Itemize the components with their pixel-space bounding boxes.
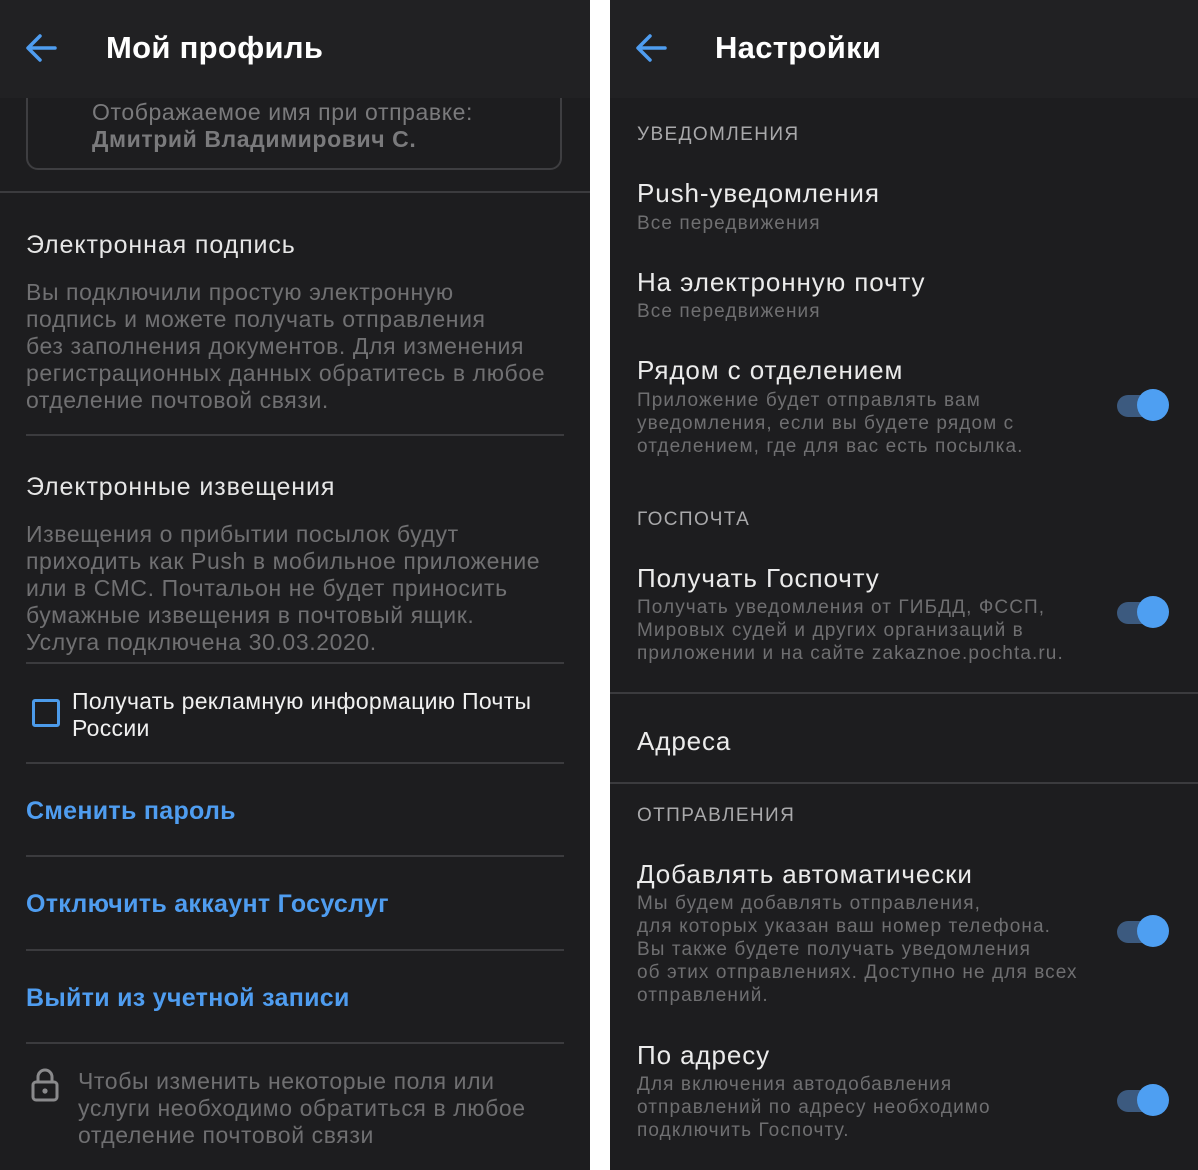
receive-gospochta-description: Получать уведомления от ГИБДД, ФССП, Мир… <box>637 597 1064 664</box>
ads-checkbox-label[interactable]: Получать рекламную информацию Почты Росс… <box>72 688 542 742</box>
by-address-title: По адресу <box>637 1040 771 1070</box>
divider <box>26 949 564 951</box>
lock-note: Чтобы изменить некоторые поля или услуги… <box>78 1068 526 1148</box>
divider <box>26 1042 564 1044</box>
e-signature-title: Электронная подпись <box>26 231 296 259</box>
section-header-notifications: УВЕДОМЛЕНИЯ <box>637 124 800 145</box>
nearby-office-toggle[interactable] <box>1115 387 1171 423</box>
push-notifications-title: Push-уведомления <box>637 178 880 208</box>
auto-add-title: Добавлять автоматически <box>637 859 973 889</box>
divider <box>26 434 564 436</box>
divider <box>610 692 1198 694</box>
logout-link[interactable]: Выйти из учетной записи <box>26 984 350 1013</box>
nearby-office-title: Рядом с отделением <box>637 355 904 385</box>
push-notifications-value: Все передвижения <box>637 213 821 234</box>
toggle-thumb <box>1137 915 1169 947</box>
back-arrow-icon[interactable] <box>24 32 58 64</box>
e-notices-title: Электронные извещения <box>26 473 336 501</box>
receive-gospochta-toggle[interactable] <box>1115 594 1171 630</box>
display-name-value: Дмитрий Владимирович С. <box>92 126 417 152</box>
display-name-label: Отображаемое имя при отправке: <box>92 99 474 125</box>
disconnect-gosuslugi-link[interactable]: Отключить аккаунт Госуслуг <box>26 890 389 919</box>
lock-icon <box>31 1068 59 1102</box>
settings-screen: Настройки УВЕДОМЛЕНИЯ Push-уведомления В… <box>610 0 1198 1170</box>
page-title: Мой профиль <box>106 30 324 65</box>
by-address-description: Для включения автодобавления отправлений… <box>637 1074 991 1141</box>
nearby-office-description: Приложение будет отправлять вам уведомле… <box>637 390 1024 457</box>
ads-checkbox[interactable] <box>32 699 60 727</box>
auto-add-toggle[interactable] <box>1115 913 1171 949</box>
by-address-toggle[interactable] <box>1115 1082 1171 1118</box>
toggle-thumb <box>1137 596 1169 628</box>
email-notifications-title: На электронную почту <box>637 267 926 297</box>
divider <box>0 191 590 193</box>
divider <box>610 782 1198 784</box>
settings-app-bar: Настройки <box>610 0 1198 98</box>
profile-screen: Отображаемое имя при отправке: Дмитрий В… <box>0 0 590 1170</box>
change-password-link[interactable]: Сменить пароль <box>26 797 236 826</box>
divider <box>26 762 564 764</box>
receive-gospochta-title: Получать Госпочту <box>637 563 880 593</box>
divider <box>26 662 564 664</box>
email-notifications-value: Все передвижения <box>637 301 821 322</box>
addresses-title: Адреса <box>637 726 732 756</box>
e-signature-description: Вы подключили простую электронную подпис… <box>26 279 546 413</box>
e-notices-description: Извещения о прибытии посылок будут прихо… <box>26 521 541 655</box>
profile-app-bar: Мой профиль <box>0 0 590 98</box>
divider <box>26 855 564 857</box>
page-title: Настройки <box>715 30 882 65</box>
auto-add-description: Мы будем добавлять отправления, для кото… <box>637 893 1078 1006</box>
toggle-thumb <box>1137 389 1169 421</box>
back-arrow-icon[interactable] <box>634 32 668 64</box>
section-header-gospochta: ГОСПОЧТА <box>637 509 751 530</box>
section-header-shipments: ОТПРАВЛЕНИЯ <box>637 805 796 826</box>
toggle-thumb <box>1137 1084 1169 1116</box>
